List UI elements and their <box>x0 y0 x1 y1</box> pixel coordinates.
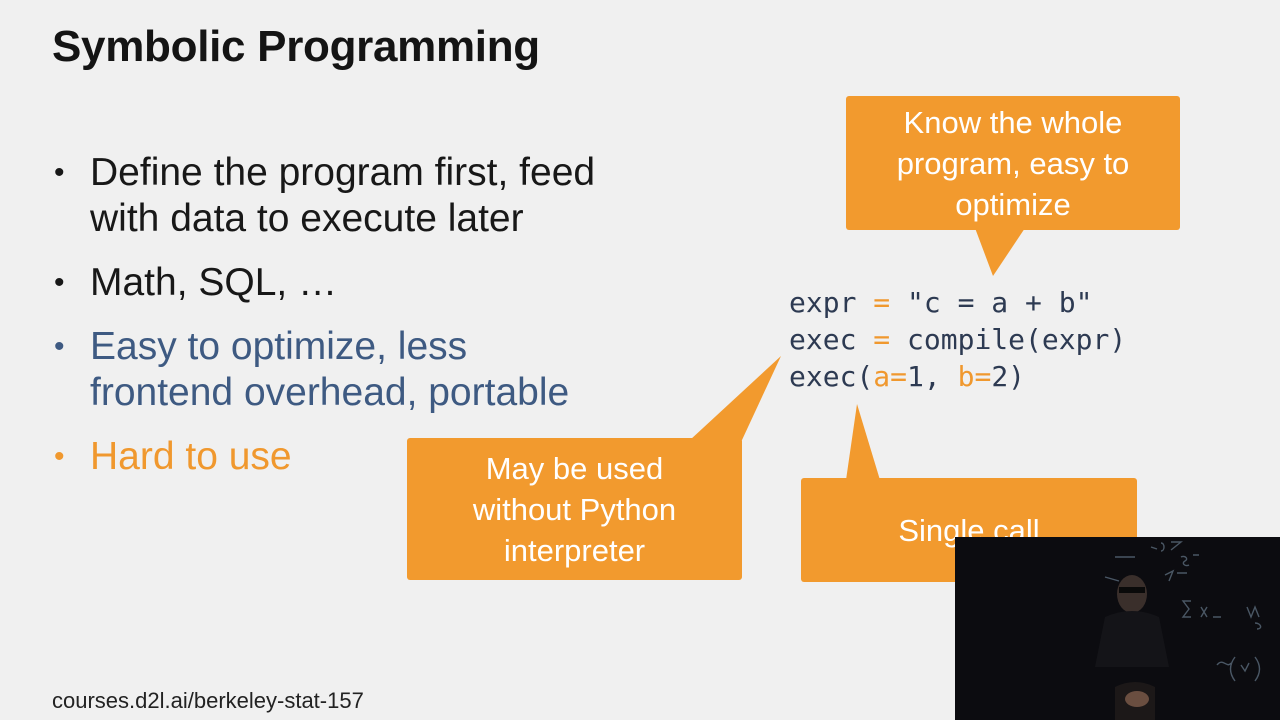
code-line: exec(a=1, b=2) <box>789 358 1126 395</box>
bullet-dot-icon: • <box>54 266 65 299</box>
webcam-overlay <box>955 537 1280 720</box>
bullet-line: with data to execute later <box>90 197 524 240</box>
code-token: 1, <box>907 360 958 393</box>
code-token: exec <box>789 323 857 356</box>
slide-title: Symbolic Programming <box>52 22 540 71</box>
code-line: expr = "c = a + b" <box>789 284 1126 321</box>
webcam-feed-image <box>955 537 1280 720</box>
code-token: "c = a + b" <box>907 286 1093 319</box>
top-callout-pointer <box>975 228 1025 276</box>
bullet-line: Define the program first, feed <box>90 151 596 194</box>
footer-url: courses.d2l.ai/berkeley-stat-157 <box>52 688 364 713</box>
code-token: 2) <box>991 360 1026 393</box>
slide: Symbolic Programming • Define the progra… <box>0 0 1280 720</box>
code-token: exec( <box>789 360 874 393</box>
code-block: expr = "c = a + b" exec = compile(expr) ex… <box>789 284 1126 395</box>
bullet-item: • Math, SQL, … <box>52 260 692 306</box>
callout-line: May be used <box>485 450 664 486</box>
code-token: = <box>873 286 891 319</box>
bullet-dot-icon: • <box>54 440 65 473</box>
code-token: a <box>873 360 891 393</box>
callout-line: without Python <box>472 491 677 527</box>
bullet-dot-icon: • <box>54 156 65 189</box>
code-token: b <box>957 360 975 393</box>
bullet-item: • Easy to optimize, less frontend overhe… <box>52 324 692 416</box>
code-token: (expr) <box>1025 323 1127 356</box>
callout-line: Know the whole <box>903 104 1123 140</box>
bullet-line: frontend overhead, portable <box>90 371 570 414</box>
bullet-line: Math, SQL, … <box>90 261 338 304</box>
callout-no-python: May be used without Python interpreter <box>407 438 742 580</box>
code-token: expr <box>789 286 857 319</box>
code-token: = <box>873 323 891 356</box>
callout-line: interpreter <box>503 532 646 568</box>
code-token: compile <box>907 323 1026 356</box>
bullet-dot-icon: • <box>54 330 65 363</box>
code-line: exec = compile(expr) <box>789 321 1126 358</box>
callout-optimize: Know the whole program, easy to optimize <box>846 96 1180 230</box>
bullet-item: • Define the program first, feed with da… <box>52 150 692 242</box>
code-token: = <box>890 360 908 393</box>
callout-line: program, easy to <box>896 145 1130 181</box>
bottom-callout-pointer <box>846 404 880 480</box>
left-callout-pointer <box>690 356 781 440</box>
code-token: = <box>974 360 992 393</box>
callout-line: optimize <box>955 186 1071 222</box>
bullet-line: Easy to optimize, less <box>90 325 468 368</box>
